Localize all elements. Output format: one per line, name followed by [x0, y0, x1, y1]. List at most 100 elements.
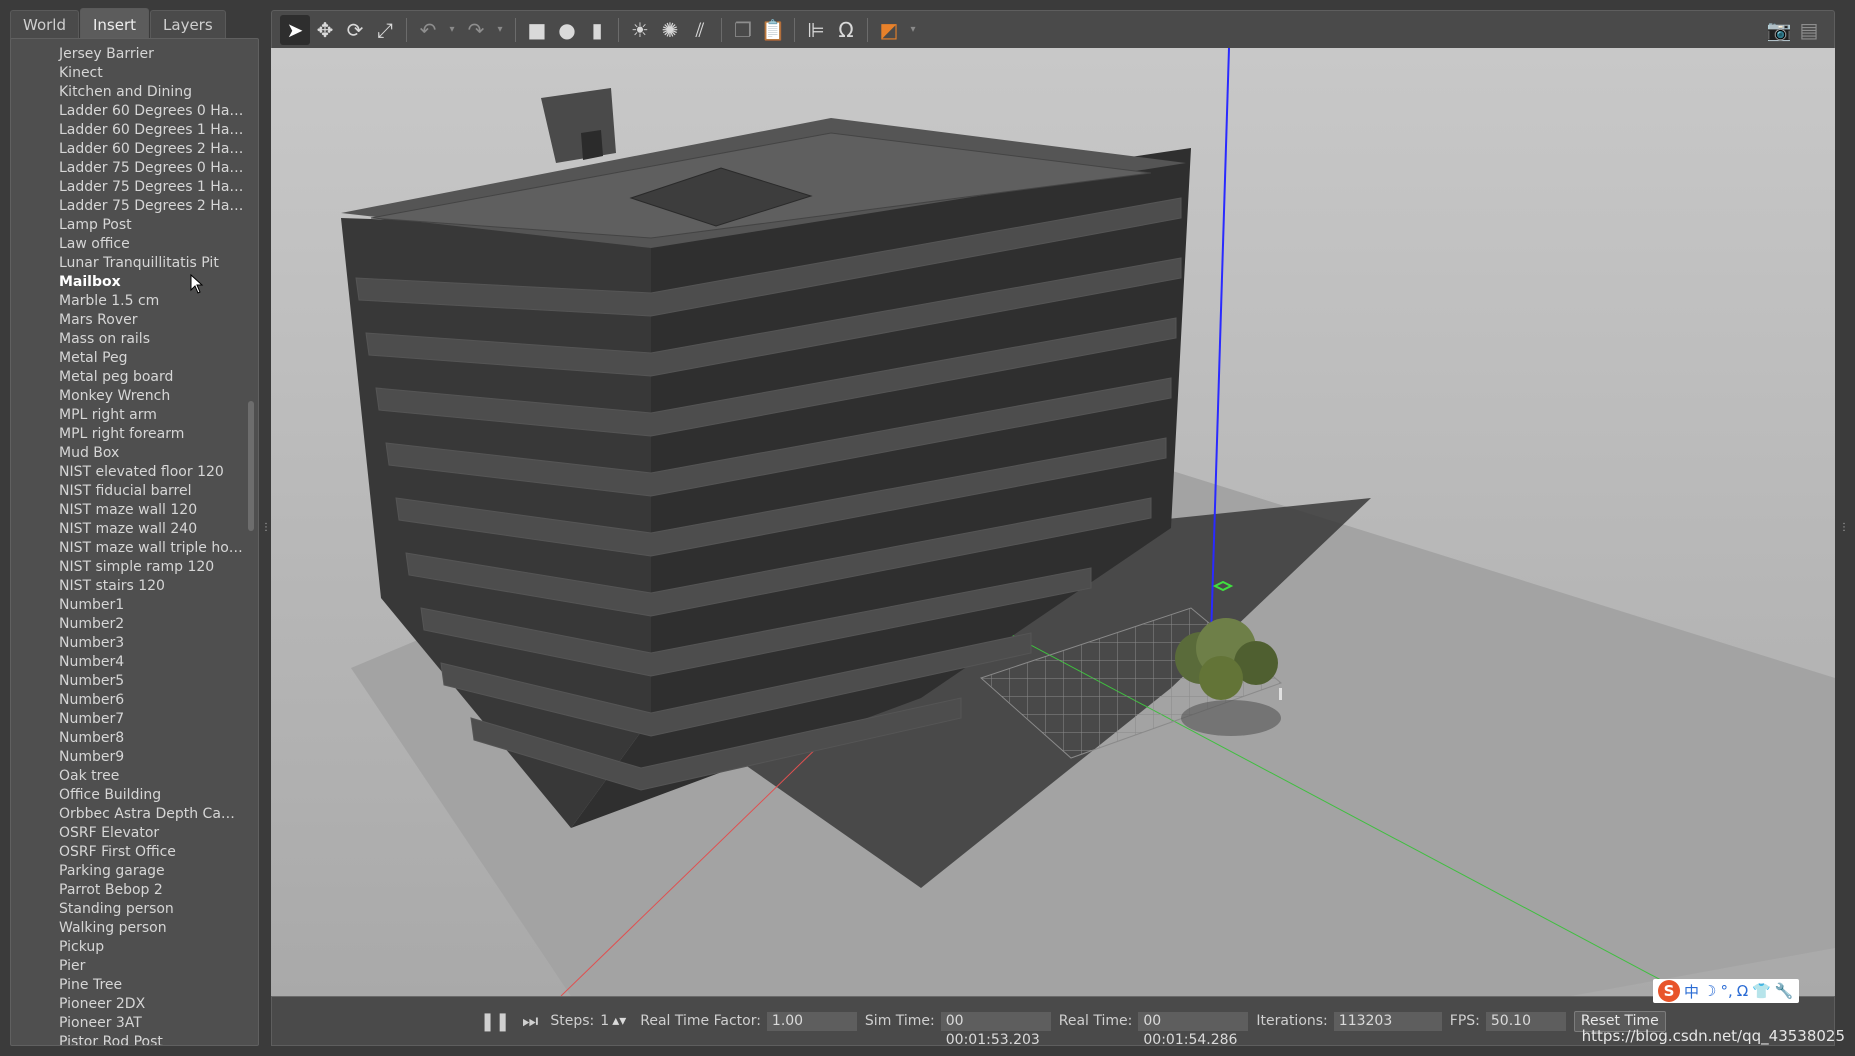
screenshot-camera-icon[interactable]: 📷: [1764, 15, 1794, 45]
model-list-item[interactable]: OSRF Elevator: [11, 824, 247, 843]
snap-magnet-icon[interactable]: Ω: [831, 15, 861, 45]
left-splitter-handle[interactable]: ⋮: [261, 523, 271, 533]
box-shape-icon[interactable]: ■: [522, 15, 552, 45]
model-list-item[interactable]: Parrot Bebop 2: [11, 881, 247, 900]
toolbar-separator: [406, 17, 407, 42]
model-list-item[interactable]: Number2: [11, 615, 247, 634]
sphere-shape-icon[interactable]: ●: [552, 15, 582, 45]
model-list-item[interactable]: Number3: [11, 634, 247, 653]
model-list-item[interactable]: Law office: [11, 235, 247, 254]
model-list-item[interactable]: NIST elevated floor 120: [11, 463, 247, 482]
ime-chinese-mode[interactable]: 中: [1684, 981, 1699, 1002]
translate-icon[interactable]: ✥: [310, 15, 340, 45]
align-icon[interactable]: ⊫: [801, 15, 831, 45]
model-list-item[interactable]: Kinect: [11, 64, 247, 83]
model-list-item[interactable]: Pickup: [11, 938, 247, 957]
model-list-item[interactable]: NIST maze wall triple ho…: [11, 539, 247, 558]
model-list-item[interactable]: Metal peg board: [11, 368, 247, 387]
scale-icon[interactable]: ⤢: [370, 15, 400, 45]
model-list-item[interactable]: Ladder 60 Degrees 2 Ha…: [11, 140, 247, 159]
model-list-item[interactable]: Pistor Rod Post: [11, 1033, 247, 1045]
model-list-item[interactable]: Metal Peg: [11, 349, 247, 368]
redo-icon[interactable]: ↷: [461, 15, 491, 45]
model-list-item[interactable]: MPL right arm: [11, 406, 247, 425]
model-list-item[interactable]: Marble 1.5 cm: [11, 292, 247, 311]
model-list-item[interactable]: NIST stairs 120: [11, 577, 247, 596]
model-list-item[interactable]: Orbbec Astra Depth Ca…: [11, 805, 247, 824]
select-arrow-icon[interactable]: ➤: [280, 14, 310, 45]
model-list-item[interactable]: Oak tree: [11, 767, 247, 786]
3d-viewport[interactable]: [271, 48, 1835, 996]
tab-layers[interactable]: Layers: [150, 10, 226, 39]
model-list-item[interactable]: Number5: [11, 672, 247, 691]
model-list-item[interactable]: Pioneer 3AT: [11, 1014, 247, 1033]
model-list-item[interactable]: Ladder 75 Degrees 0 Ha…: [11, 159, 247, 178]
model-list-item[interactable]: NIST maze wall 240: [11, 520, 247, 539]
model-list-item[interactable]: Office Building: [11, 786, 247, 805]
undo-icon[interactable]: ↶: [413, 15, 443, 45]
point-light-icon[interactable]: ☀: [625, 15, 655, 45]
model-list-item[interactable]: Mailbox: [11, 273, 247, 292]
model-list-item[interactable]: OSRF First Office: [11, 843, 247, 862]
cylinder-shape-icon[interactable]: ▮: [582, 15, 612, 45]
model-list-item[interactable]: Monkey Wrench: [11, 387, 247, 406]
sim-time-label: Sim Time:: [864, 1013, 935, 1029]
steps-label: Steps:: [550, 1013, 595, 1029]
spot-light-icon[interactable]: ✺: [655, 15, 685, 45]
model-list-item[interactable]: Pine Tree: [11, 976, 247, 995]
model-list-item[interactable]: Kitchen and Dining: [11, 83, 247, 102]
view-angle-icon[interactable]: ◩: [874, 15, 904, 45]
model-list-item[interactable]: Ladder 75 Degrees 2 Ha…: [11, 197, 247, 216]
insert-panel: Jersey Barrier Kinect Kitchen and Dining La…: [10, 38, 259, 1046]
undo-dropdown-icon[interactable]: ▾: [443, 15, 461, 45]
model-list-item[interactable]: Ladder 75 Degrees 1 Ha…: [11, 178, 247, 197]
redo-dropdown-icon[interactable]: ▾: [491, 15, 509, 45]
toolbar-right: 📷 ▤: [1764, 15, 1824, 45]
tab-world[interactable]: World: [10, 10, 79, 39]
tab-insert[interactable]: Insert: [80, 8, 150, 40]
sim-time-field: 00 00:01:53.203: [940, 1011, 1051, 1048]
toolbar-separator: [794, 17, 795, 42]
model-list-item[interactable]: Ladder 60 Degrees 0 Ha…: [11, 102, 247, 121]
model-list-item[interactable]: Mars Rover: [11, 311, 247, 330]
model-list-item[interactable]: Ladder 60 Degrees 1 Ha…: [11, 121, 247, 140]
directional-light-icon[interactable]: ⫽: [685, 15, 715, 45]
steps-value[interactable]: 1: [600, 1013, 609, 1029]
paste-icon[interactable]: 📋: [758, 15, 788, 45]
ime-omega-icon[interactable]: Ω: [1737, 982, 1748, 1000]
ime-punctuation-icon[interactable]: °,: [1720, 982, 1732, 1000]
model-list-item[interactable]: Pier: [11, 957, 247, 976]
model-list-item[interactable]: MPL right forearm: [11, 425, 247, 444]
steps-spinner-icon[interactable]: ▴▾: [612, 1013, 626, 1029]
view-angle-dropdown-icon[interactable]: ▾: [904, 15, 922, 45]
model-list-item[interactable]: NIST fiducial barrel: [11, 482, 247, 501]
model-list-item[interactable]: NIST maze wall 120: [11, 501, 247, 520]
ime-moon-icon[interactable]: ☽: [1703, 982, 1716, 1000]
model-list-item[interactable]: Number1: [11, 596, 247, 615]
model-list-item[interactable]: Lamp Post: [11, 216, 247, 235]
model-list-item[interactable]: Number8: [11, 729, 247, 748]
pause-icon[interactable]: ❚❚: [480, 1011, 510, 1032]
ime-logo-icon[interactable]: S: [1658, 980, 1680, 1002]
model-list-item[interactable]: Standing person: [11, 900, 247, 919]
ime-wrench-icon[interactable]: 🔧: [1775, 982, 1794, 1000]
model-list-item[interactable]: Number4: [11, 653, 247, 672]
model-list-item[interactable]: NIST simple ramp 120: [11, 558, 247, 577]
model-list-item[interactable]: Lunar Tranquillitatis Pit: [11, 254, 247, 273]
copy-icon[interactable]: ❐: [728, 15, 758, 45]
ime-skin-icon[interactable]: 👕: [1752, 982, 1771, 1000]
model-list-item[interactable]: Number7: [11, 710, 247, 729]
model-list-item[interactable]: Walking person: [11, 919, 247, 938]
model-list-item[interactable]: Mud Box: [11, 444, 247, 463]
model-list-item[interactable]: Mass on rails: [11, 330, 247, 349]
model-list-item[interactable]: Number9: [11, 748, 247, 767]
step-icon[interactable]: ⏭: [522, 1011, 538, 1032]
model-list-item[interactable]: Parking garage: [11, 862, 247, 881]
log-icon[interactable]: ▤: [1794, 15, 1824, 45]
model-list-item[interactable]: Pioneer 2DX: [11, 995, 247, 1014]
model-list-item[interactable]: Number6: [11, 691, 247, 710]
model-list-scrollbar[interactable]: [248, 401, 254, 531]
right-splitter-handle[interactable]: ⋮: [1839, 523, 1849, 533]
rotate-icon[interactable]: ⟳: [340, 15, 370, 45]
model-list-item[interactable]: Jersey Barrier: [11, 45, 247, 64]
